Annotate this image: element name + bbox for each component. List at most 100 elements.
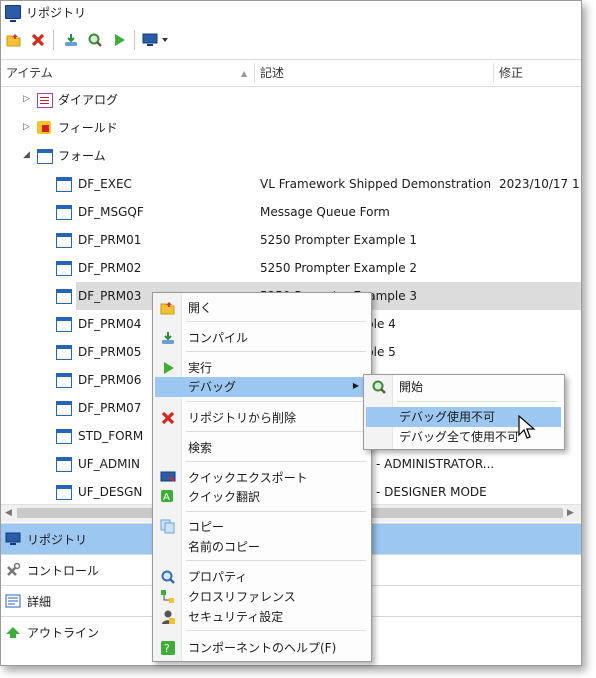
nav-label: リポジトリ [27, 532, 88, 547]
security-icon [160, 609, 176, 625]
form-icon [56, 317, 72, 332]
tree-row[interactable]: ◢ フォーム [1, 142, 581, 170]
menu-item-label: 実行 [188, 361, 213, 375]
tree-row[interactable]: DF_PRM02 5250 Prompter Example 2 [1, 254, 581, 282]
menu-item[interactable]: 開く [155, 298, 368, 318]
menu-item-label: 開く [188, 301, 213, 315]
menu-item[interactable]: 実行 [155, 358, 368, 378]
delete-icon [160, 410, 176, 426]
scroll-left-arrow[interactable]: ◀ [5, 508, 12, 518]
form-icon [56, 373, 72, 388]
form-icon [56, 289, 72, 304]
menu-item[interactable]: 名前のコピー [155, 537, 368, 557]
run-icon[interactable] [108, 29, 130, 51]
properties-icon [160, 569, 176, 585]
column-header: アイテム ▲ 記述 修正 [1, 59, 581, 87]
cross-reference-icon [160, 589, 176, 605]
tree-item-name: DF_PRM05 [78, 345, 142, 359]
menu-item-label: クイック翻訳 [188, 490, 261, 504]
submenu-item-label: 開始 [399, 380, 424, 394]
menu-item[interactable]: プロパティ [155, 567, 368, 587]
tree-item-description: Message Queue Form [260, 205, 390, 219]
svg-text:?: ? [164, 642, 170, 655]
toolbar-separator [134, 30, 135, 50]
delete-icon[interactable] [27, 29, 49, 51]
form-icon [56, 457, 72, 472]
tree-item-description: 5250 Prompter Example 1 [260, 233, 418, 247]
menu-item[interactable]: セキュリティ設定 [155, 607, 368, 627]
toolbar [1, 25, 581, 55]
tree-item-name: UF_ADMIN [78, 457, 141, 471]
menu-item[interactable]: コピー [155, 517, 368, 537]
search-icon[interactable] [84, 29, 106, 51]
scroll-right-arrow[interactable]: ▶ [567, 508, 574, 518]
column-description[interactable]: 記述 [255, 60, 284, 86]
outline-icon [5, 625, 21, 639]
submenu-arrow-icon: ▶ [352, 381, 359, 390]
menu-item-label: クロスリファレンス [188, 590, 296, 604]
tree-row[interactable]: DF_EXEC VL Framework Shipped Demonstratio… [1, 170, 581, 198]
form-icon [37, 149, 53, 164]
menu-separator [397, 401, 557, 402]
tree-row[interactable]: ▷ フィールド [1, 114, 581, 142]
menu-separator [186, 461, 366, 462]
column-modified[interactable]: 修正 [494, 60, 523, 86]
nav-label: 詳細 [27, 594, 52, 609]
form-icon [56, 177, 72, 192]
tree-item-name: DF_PRM06 [78, 373, 142, 387]
screen-dropdown-button[interactable] [141, 29, 171, 51]
column-item[interactable]: アイテム [1, 60, 53, 86]
form-icon [56, 205, 72, 220]
menu-separator [186, 351, 366, 352]
menu-item[interactable]: デバッグ ▶ [155, 377, 368, 397]
tree-item-name: DF_MSGQF [78, 205, 144, 219]
menu-item-label: コピー [188, 520, 225, 534]
submenu-item-label: デバッグ全て使用不可 [399, 430, 520, 444]
menu-item[interactable]: クイックエクスポート [155, 468, 368, 488]
expand-arrow-icon[interactable]: ▷ [23, 94, 30, 104]
tree-row[interactable]: DF_PRM01 5250 Prompter Example 1 [1, 226, 581, 254]
tree-item-name: DF_PRM07 [78, 401, 142, 415]
menu-item-label: クイックエクスポート [188, 471, 308, 485]
tree-item-name: DF_EXEC [78, 177, 132, 191]
tree-item-description: VL Framework Shipped Demonstration [260, 177, 492, 191]
open-folder-icon[interactable] [3, 29, 25, 51]
window-title: リポジトリ [26, 5, 87, 20]
tree-item-description: 5250 Prompter Example 2 [260, 261, 418, 275]
nav-label: コントロール [27, 563, 100, 578]
search-icon [371, 379, 387, 395]
expand-arrow-icon[interactable]: ▷ [23, 122, 30, 132]
menu-item-label: リポジトリから削除 [188, 411, 297, 425]
menu-item[interactable]: 検索 [155, 438, 368, 458]
menu-item-label: プロパティ [188, 570, 248, 584]
menu-item[interactable]: A クイック翻訳 [155, 487, 368, 507]
export-icon [160, 470, 176, 486]
menu-separator [186, 511, 366, 512]
menu-separator [186, 431, 366, 432]
tree-item-description: - ADMINISTRATOR... [376, 457, 495, 471]
copy-icon [160, 519, 176, 535]
submenu-item[interactable]: 開始 [366, 377, 561, 397]
menu-item-label: 名前のコピー [188, 540, 261, 554]
form-icon [56, 345, 72, 360]
tree-row[interactable]: DF_MSGQF Message Queue Form [1, 198, 581, 226]
field-icon [37, 121, 51, 134]
tree-item-modified: 2023/10/17 11:.. [499, 177, 581, 191]
tree-item-name: DF_PRM01 [78, 233, 142, 247]
nav-label: アウトライン [27, 625, 100, 640]
context-menu: 開くコンパイル実行デバッグ ▶ リポジトリから削除検索クイックエクスポート A クイック… [152, 292, 372, 662]
menu-item[interactable]: リポジトリから削除 [155, 408, 368, 428]
tools-icon [5, 562, 21, 577]
mouse-cursor-icon [517, 414, 537, 444]
monitor-icon [5, 5, 21, 22]
toolbar-separator [53, 30, 54, 50]
menu-item-label: デバッグ [188, 380, 237, 394]
submenu-item-label: デバッグ使用不可 [399, 410, 496, 424]
expand-arrow-icon[interactable]: ◢ [23, 150, 30, 160]
menu-item[interactable]: クロスリファレンス [155, 587, 368, 607]
menu-item[interactable]: ? コンポーネントのヘルプ(F) [155, 638, 368, 658]
menu-item[interactable]: コンパイル [155, 328, 368, 348]
help-icon: ? [160, 640, 176, 656]
tree-row[interactable]: ▷ ダイアログ [1, 86, 581, 114]
compile-icon[interactable] [60, 29, 82, 51]
